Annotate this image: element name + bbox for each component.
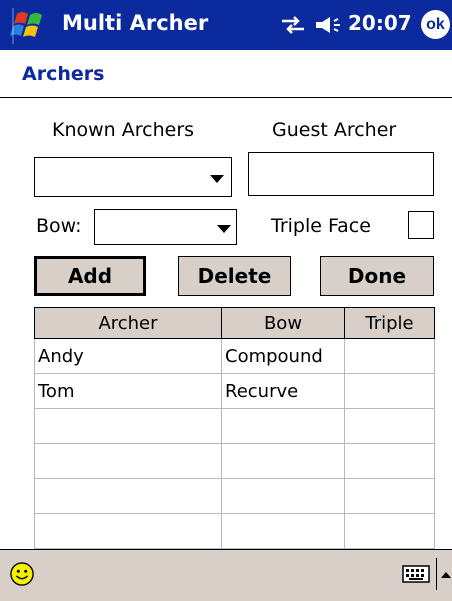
app-title: Multi Archer	[62, 11, 209, 35]
table-row[interactable]: Andy Compound	[34, 338, 435, 374]
table-cell-triple	[344, 338, 435, 374]
page-header: Archers	[0, 50, 452, 98]
table-cell-bow: Recurve	[221, 373, 345, 409]
table-row[interactable]	[34, 478, 435, 514]
chevron-down-icon	[210, 175, 224, 183]
table-row[interactable]	[34, 408, 435, 444]
chevron-down-icon	[217, 225, 231, 233]
guest-archer-input[interactable]	[248, 152, 434, 196]
table-cell-triple	[344, 373, 435, 409]
table-row[interactable]	[34, 443, 435, 479]
table-cell-triple	[344, 443, 435, 479]
table-cell-archer: Tom	[34, 373, 222, 409]
ok-button[interactable]: ok	[421, 10, 450, 39]
bow-dropdown[interactable]	[94, 209, 237, 245]
table-cell-bow	[221, 443, 345, 479]
smiley-icon[interactable]	[10, 562, 34, 586]
bottom-menu-bar	[0, 549, 452, 601]
volume-icon[interactable]	[312, 13, 344, 37]
delete-button[interactable]: Delete	[178, 256, 291, 296]
table-cell-archer	[34, 478, 222, 514]
divider	[436, 558, 437, 590]
windows-start-icon[interactable]	[8, 6, 52, 46]
table-header-row: Archer Bow Triple	[34, 307, 435, 339]
table-cell-triple	[344, 478, 435, 514]
table-cell-triple	[344, 513, 435, 549]
add-button[interactable]: Add	[34, 256, 146, 296]
bow-label: Bow:	[36, 215, 82, 237]
table-cell-triple	[344, 408, 435, 444]
table-cell-bow	[221, 478, 345, 514]
connectivity-icon[interactable]	[280, 14, 306, 36]
table-cell-bow	[221, 513, 345, 549]
table-cell-archer	[34, 513, 222, 549]
column-header-triple[interactable]: Triple	[344, 307, 435, 339]
archers-table[interactable]: Archer Bow Triple Andy Compound Tom Recu…	[34, 307, 435, 549]
done-button[interactable]: Done	[320, 256, 434, 296]
title-bar: Multi Archer 20:07 ok	[0, 0, 452, 50]
sip-arrow-up-icon[interactable]	[441, 572, 451, 578]
page-title: Archers	[22, 63, 105, 85]
table-row[interactable]	[34, 513, 435, 549]
triple-face-label: Triple Face	[271, 215, 371, 237]
table-row[interactable]: Tom Recurve	[34, 373, 435, 409]
table-cell-bow: Compound	[221, 338, 345, 374]
table-cell-archer	[34, 408, 222, 444]
known-archers-label: Known Archers	[52, 119, 195, 141]
guest-archer-label: Guest Archer	[272, 119, 397, 141]
column-header-archer[interactable]: Archer	[34, 307, 222, 339]
clock: 20:07	[348, 11, 412, 35]
known-archers-dropdown[interactable]	[34, 157, 232, 197]
triple-face-checkbox[interactable]	[408, 211, 434, 239]
keyboard-icon[interactable]	[402, 564, 430, 584]
column-header-bow[interactable]: Bow	[221, 307, 345, 339]
table-cell-archer	[34, 443, 222, 479]
table-cell-archer: Andy	[34, 338, 222, 374]
table-cell-bow	[221, 408, 345, 444]
